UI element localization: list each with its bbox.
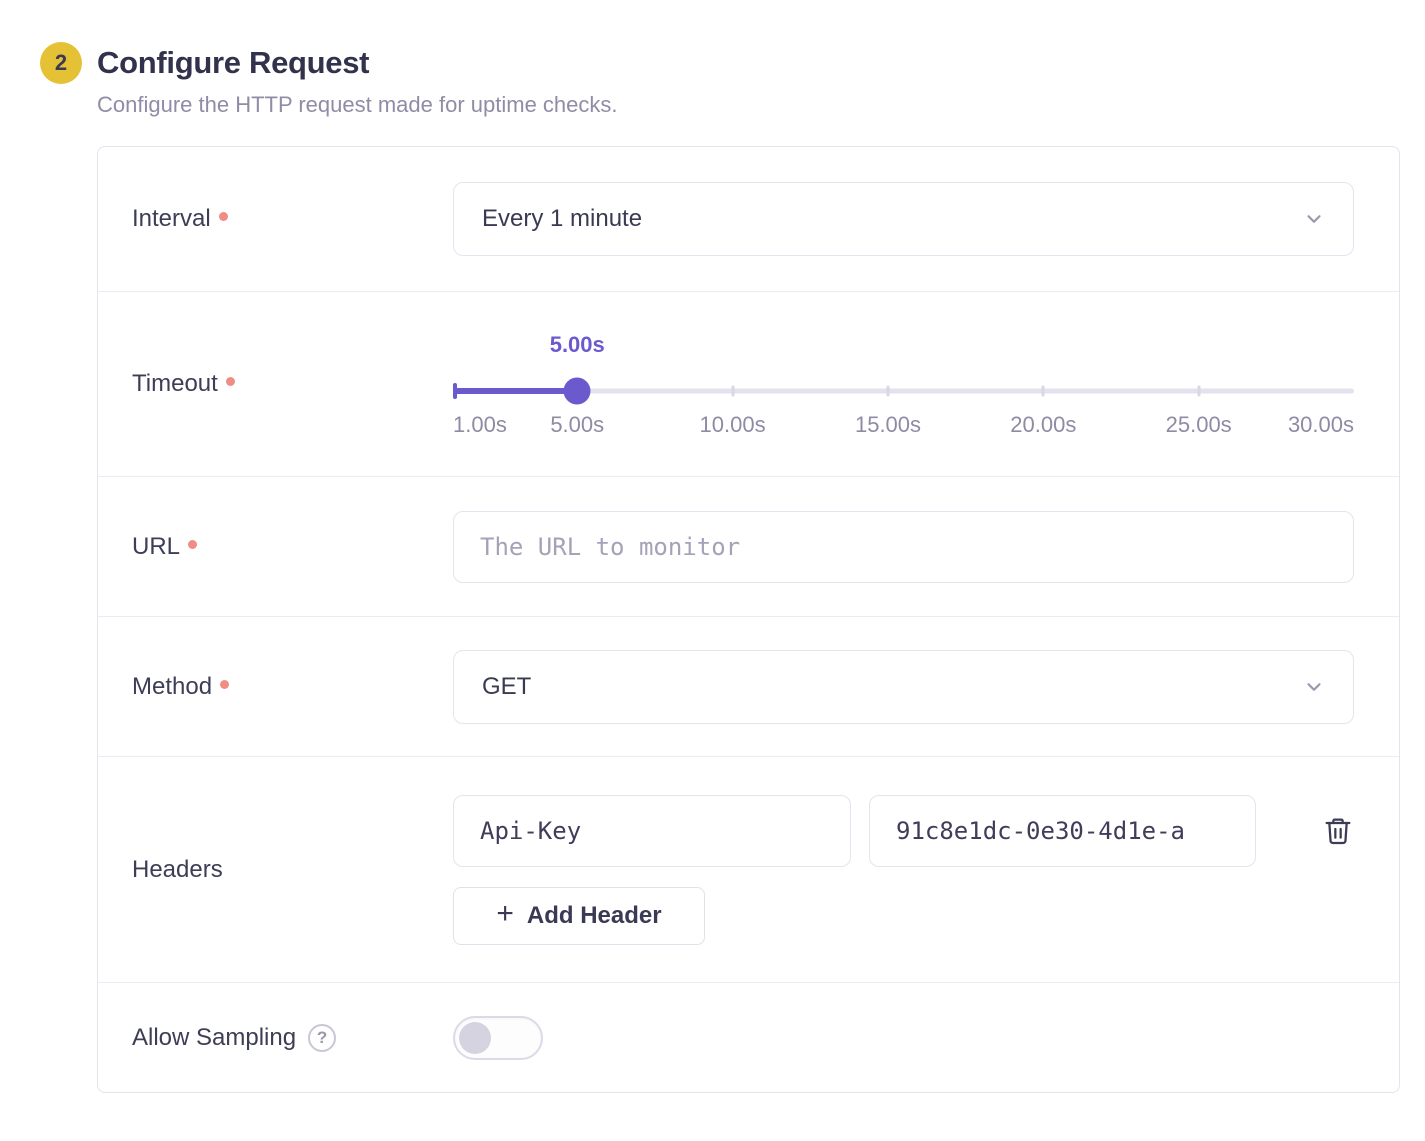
page-title: Configure Request [97,42,618,84]
sampling-content [453,1016,1399,1060]
allow-sampling-toggle[interactable] [453,1016,543,1060]
timeout-label: Timeout [132,370,218,398]
required-dot [188,540,197,549]
allow-sampling-row: Allow Sampling ? [98,982,1399,1092]
toggle-knob [459,1022,491,1054]
method-select-value: GET [482,673,531,701]
interval-content: Every 1 minute [453,182,1399,256]
configure-request-page: 2 Configure Request Configure the HTTP r… [0,0,1425,1093]
method-select[interactable]: GET [453,650,1354,724]
url-content [453,511,1399,583]
slider-track[interactable] [453,378,1354,404]
url-row: URL [98,476,1399,616]
slider-tick-mark [887,386,890,397]
sampling-label-cell: Allow Sampling ? [98,1024,453,1052]
slider-handle[interactable] [564,378,591,405]
chevron-down-icon [1303,208,1325,230]
method-label-cell: Method [98,673,453,701]
url-input[interactable] [453,511,1354,583]
method-content: GET [453,650,1399,724]
add-header-button[interactable]: + Add Header [453,887,705,945]
method-row: Method GET [98,616,1399,756]
timeout-slider: 5.00s 1.00s 5.00s 10.00s [453,332,1354,436]
step-header: 2 Configure Request Configure the HTTP r… [40,42,1400,118]
tick-label: 30.00s [1288,412,1354,438]
trash-icon [1322,815,1354,847]
request-form-card: Interval Every 1 minute Timeout 5.00s [97,146,1400,1093]
headers-content: + Add Header [453,795,1399,945]
required-dot [219,212,228,221]
page-subtitle: Configure the HTTP request made for upti… [97,92,618,118]
timeout-content: 5.00s 1.00s 5.00s 10.00s [453,332,1399,436]
interval-select-value: Every 1 minute [482,205,642,233]
tick-label: 1.00s [453,412,507,438]
slider-min-tick [453,383,457,399]
url-label: URL [132,533,180,561]
help-icon[interactable]: ? [308,1024,336,1052]
slider-tick-labels: 1.00s 5.00s 10.00s 15.00s 20.00s 25.00s … [453,412,1354,438]
required-dot [226,377,235,386]
allow-sampling-label: Allow Sampling [132,1024,296,1052]
header-value-input[interactable] [869,795,1256,867]
step-number: 2 [55,50,67,76]
interval-row: Interval Every 1 minute [98,147,1399,291]
method-label: Method [132,673,212,701]
required-dot [220,680,229,689]
step-heading: Configure Request Configure the HTTP req… [97,42,618,118]
delete-header-button[interactable] [1322,815,1354,847]
headers-label-cell: Headers [98,856,453,884]
timeout-row: Timeout 5.00s [98,291,1399,476]
slider-value-label: 5.00s [550,332,605,358]
tick-label: 15.00s [855,412,921,438]
headers-row: Headers [98,756,1399,982]
tick-label: 5.00s [550,412,604,438]
tick-label: 10.00s [700,412,766,438]
headers-stack: + Add Header [453,795,1354,945]
slider-tick-mark [1197,386,1200,397]
plus-icon: + [496,899,514,929]
header-key-input[interactable] [453,795,851,867]
tick-label: 25.00s [1166,412,1232,438]
tick-label: 20.00s [1010,412,1076,438]
interval-select[interactable]: Every 1 minute [453,182,1354,256]
add-header-label: Add Header [527,902,662,930]
chevron-down-icon [1303,676,1325,698]
interval-label-cell: Interval [98,205,453,233]
slider-tick-mark [1042,386,1045,397]
step-number-badge: 2 [40,42,82,84]
headers-label: Headers [132,856,223,884]
interval-label: Interval [132,205,211,233]
header-entry [453,795,1354,867]
url-label-cell: URL [98,533,453,561]
slider-tick-mark [731,386,734,397]
slider-fill [453,388,577,394]
timeout-label-cell: Timeout [98,370,453,398]
